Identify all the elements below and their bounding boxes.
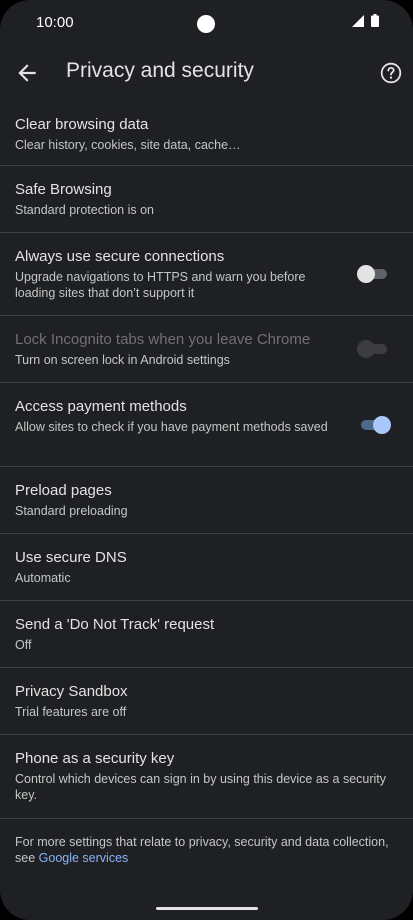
toggle-thumb bbox=[357, 340, 375, 358]
item-title: Privacy Sandbox bbox=[15, 683, 128, 700]
system-icons bbox=[352, 14, 379, 27]
status-bar: 10:00 bbox=[0, 0, 413, 46]
arrow-back-icon[interactable] bbox=[14, 60, 40, 86]
item-subtitle: Standard preloading bbox=[15, 504, 128, 518]
security-key-item[interactable]: Phone as a security key Control which de… bbox=[0, 735, 413, 819]
safe-browsing-item[interactable]: Safe Browsing Standard protection is on bbox=[0, 166, 413, 233]
item-subtitle: Standard protection is on bbox=[15, 203, 154, 217]
item-title: Use secure DNS bbox=[15, 549, 127, 566]
item-subtitle: Clear history, cookies, site data, cache… bbox=[15, 138, 241, 152]
settings-list: Clear browsing data Clear history, cooki… bbox=[0, 101, 413, 866]
secure-connections-toggle[interactable] bbox=[357, 265, 391, 283]
item-subtitle: Off bbox=[15, 638, 32, 652]
item-subtitle: Automatic bbox=[15, 571, 71, 585]
do-not-track-item[interactable]: Send a 'Do Not Track' request Off bbox=[0, 601, 413, 668]
item-title: Safe Browsing bbox=[15, 181, 112, 198]
top-app-bar: Privacy and security bbox=[0, 46, 413, 102]
screen-lock-settings-link[interactable]: Turn on screen lock in Android settings bbox=[15, 352, 330, 368]
camera-cutout bbox=[197, 15, 215, 33]
privacy-sandbox-item[interactable]: Privacy Sandbox Trial features are off bbox=[0, 668, 413, 735]
item-title: Phone as a security key bbox=[15, 750, 175, 767]
phone-screen: 10:00 Privacy and security Clear browsin… bbox=[0, 0, 413, 920]
help-circle-icon[interactable] bbox=[379, 61, 403, 85]
page-title: Privacy and security bbox=[66, 59, 254, 82]
toggle-thumb bbox=[373, 415, 391, 434]
lock-incognito-item: Lock Incognito tabs when you leave Chrom… bbox=[0, 316, 413, 383]
payment-methods-item[interactable]: Access payment methods Allow sites to ch… bbox=[0, 383, 413, 467]
toggle-thumb bbox=[357, 265, 375, 283]
secure-dns-item[interactable]: Use secure DNS Automatic bbox=[0, 534, 413, 601]
item-subtitle: Upgrade navigations to HTTPS and warn yo… bbox=[15, 270, 306, 300]
footer-note: For more settings that relate to privacy… bbox=[0, 819, 413, 866]
item-title: Always use secure connections bbox=[15, 248, 225, 265]
home-indicator[interactable] bbox=[156, 907, 258, 910]
google-services-link[interactable]: Google services bbox=[39, 851, 129, 865]
preload-pages-item[interactable]: Preload pages Standard preloading bbox=[0, 467, 413, 534]
item-subtitle: Allow sites to check if you have payment… bbox=[15, 420, 328, 434]
lock-incognito-toggle bbox=[357, 340, 391, 358]
payment-methods-toggle[interactable] bbox=[357, 415, 391, 434]
status-time: 10:00 bbox=[36, 14, 74, 31]
clear-browsing-data-item[interactable]: Clear browsing data Clear history, cooki… bbox=[0, 101, 413, 166]
secure-connections-item[interactable]: Always use secure connections Upgrade na… bbox=[0, 233, 413, 316]
signal-icon bbox=[352, 14, 364, 27]
item-title: Lock Incognito tabs when you leave Chrom… bbox=[15, 331, 311, 348]
battery-icon bbox=[371, 14, 379, 27]
item-title: Preload pages bbox=[15, 482, 112, 499]
item-subtitle: Control which devices can sign in by usi… bbox=[15, 772, 387, 802]
item-title: Access payment methods bbox=[15, 398, 187, 415]
item-subtitle: Trial features are off bbox=[15, 705, 127, 719]
item-title: Clear browsing data bbox=[15, 116, 149, 133]
item-title: Send a 'Do Not Track' request bbox=[15, 616, 215, 633]
